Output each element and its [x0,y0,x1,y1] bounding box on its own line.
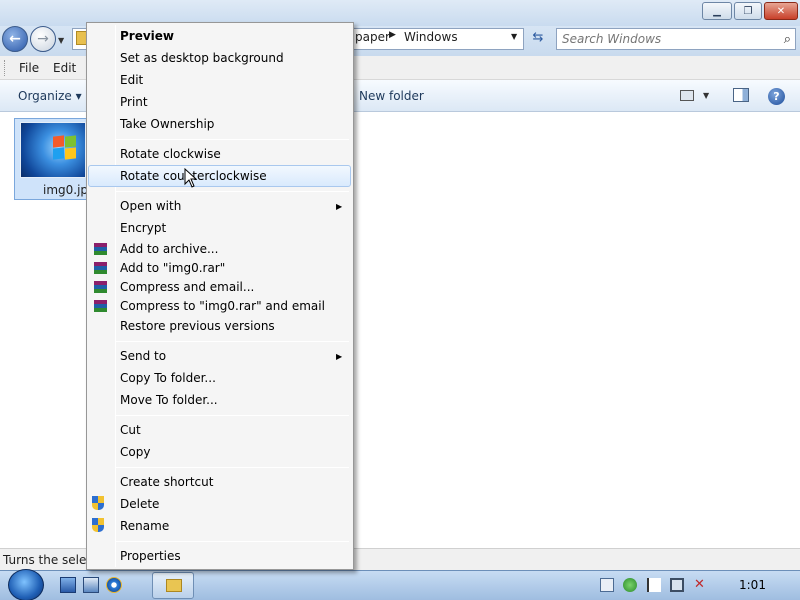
menu-item-cut[interactable]: Cut [120,423,141,437]
close-button[interactable]: ✕ [764,2,798,20]
folder-icon [166,579,182,592]
search-input[interactable] [562,32,762,46]
search-icon[interactable]: ⌕ [784,32,791,47]
maximize-button[interactable]: ❐ [734,2,762,20]
address-dropdown-icon[interactable]: ▼ [511,32,517,41]
menu-item-encrypt[interactable]: Encrypt [120,221,166,235]
volume-muted-icon[interactable]: ✕ [694,578,708,592]
menubar-grip [4,60,7,76]
menu-separator [116,415,349,416]
breadcrumb-current[interactable]: Windows [404,30,458,44]
menu-item-compress-and-email[interactable]: Compress and email... [120,280,254,294]
action-center-flag-icon[interactable] [647,578,661,592]
start-button[interactable] [8,569,44,600]
submenu-arrow-icon: ▶ [336,352,343,361]
menu-item-restore-previous-versions[interactable]: Restore previous versions [120,319,275,333]
menu-separator [116,139,349,140]
menu-item-rename[interactable]: Rename [120,519,169,533]
winrar-books-icon [94,300,107,312]
close-icon: ✕ [776,5,786,17]
menu-item-send-to[interactable]: Send to [120,349,166,363]
taskbar-clock[interactable]: 1:01 [739,578,766,592]
submenu-arrow-icon: ▶ [336,202,343,211]
menu-item-add-to-rar[interactable]: Add to "img0.rar" [120,261,225,275]
menu-file[interactable]: File [19,61,39,75]
menu-item-take-ownership[interactable]: Take Ownership [120,117,214,131]
menu-item-compress-to-rar-and-email[interactable]: Compress to "img0.rar" and email [120,299,325,313]
menu-item-edit[interactable]: Edit [120,73,143,87]
document-tray-icon[interactable] [600,578,614,592]
view-dropdown-icon[interactable]: ▼ [703,91,709,100]
menu-item-print[interactable]: Print [120,95,148,109]
uac-shield-icon [92,496,105,510]
menu-edit[interactable]: Edit [53,61,76,75]
menu-item-preview[interactable]: Preview [120,29,174,43]
show-desktop-icon[interactable] [60,577,76,593]
menu-item-copy[interactable]: Copy [120,445,150,459]
network-tray-icon[interactable] [670,578,684,592]
security-tray-icon[interactable] [623,578,637,592]
winrar-books-icon [94,262,107,274]
winrar-books-icon [94,281,107,293]
back-arrow-icon: ← [9,31,21,47]
organize-button[interactable]: Organize ▾ [18,89,82,103]
winrar-books-icon [94,243,107,255]
windows-logo-icon [53,135,77,160]
help-icon[interactable]: ? [768,88,785,105]
menu-separator [116,467,349,468]
menu-item-properties[interactable]: Properties [120,549,181,563]
change-view-icon[interactable] [680,90,694,101]
restore-icon: ❐ [743,5,753,17]
breadcrumb-parent[interactable]: paper [355,30,390,44]
internet-explorer-icon[interactable] [106,577,122,593]
minimize-button[interactable]: ▁ [702,2,732,20]
breadcrumb-separator-icon[interactable]: ▶ [389,30,396,40]
menu-item-copy-to-folder[interactable]: Copy To folder... [120,371,216,385]
menu-item-rotate-clockwise[interactable]: Rotate clockwise [120,147,221,161]
menu-item-delete[interactable]: Delete [120,497,159,511]
mouse-cursor-icon [184,168,198,188]
menu-item-create-shortcut[interactable]: Create shortcut [120,475,213,489]
preview-pane-icon[interactable] [733,88,749,102]
menu-separator [116,541,349,542]
search-box[interactable]: ⌕ [556,28,796,50]
menu-item-add-to-archive[interactable]: Add to archive... [120,242,218,256]
forward-button[interactable]: → [30,26,56,52]
refresh-icon[interactable]: ⇆ [528,30,548,48]
switch-windows-icon[interactable] [83,577,99,593]
menu-item-move-to-folder[interactable]: Move To folder... [120,393,218,407]
minimize-icon: ▁ [713,5,721,17]
taskbar-explorer-button[interactable] [152,572,194,599]
back-button[interactable]: ← [2,26,28,52]
uac-shield-icon [92,518,105,532]
menu-separator [116,341,349,342]
menu-item-open-with[interactable]: Open with [120,199,181,213]
new-folder-button[interactable]: New folder [359,89,424,103]
recent-pages-dropdown[interactable]: ▼ [58,36,64,45]
forward-arrow-icon: → [37,31,49,47]
menu-separator [116,191,349,192]
context-menu-gutter [115,25,116,567]
menu-item-set-desktop-background[interactable]: Set as desktop background [120,51,284,65]
